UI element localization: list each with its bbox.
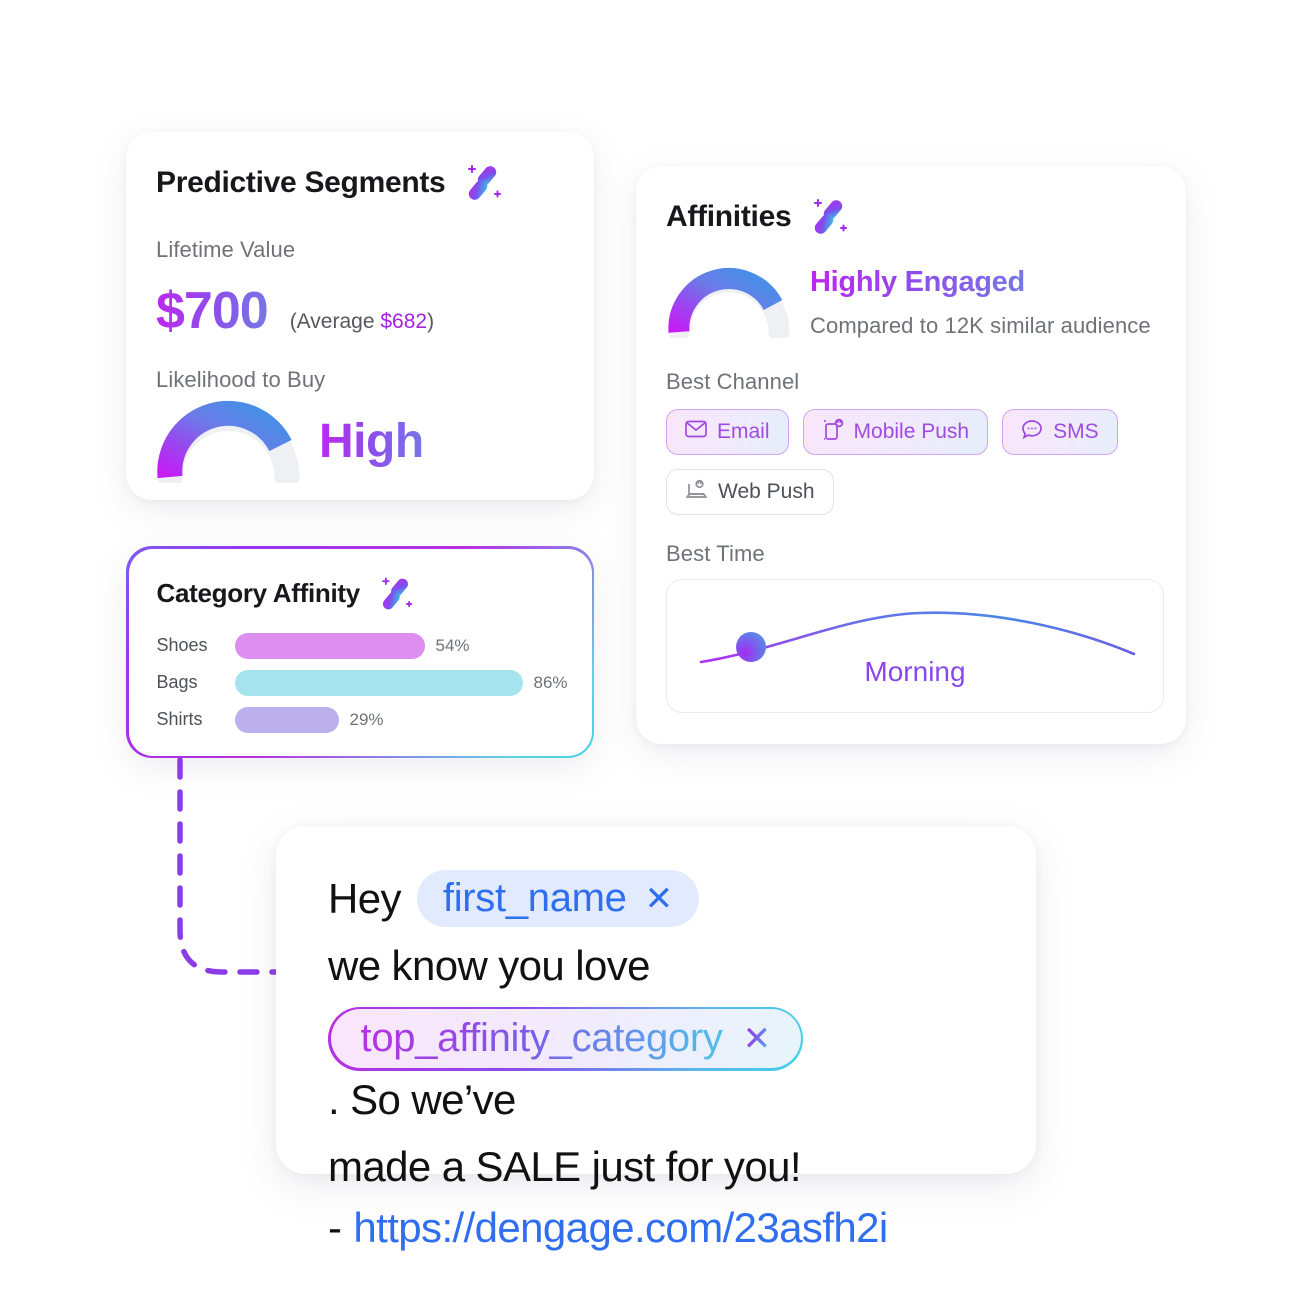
lifetime-value-label: Lifetime Value — [156, 237, 296, 262]
category-affinity-card: Category Affinity Shoes 54% Bags 86% Shi… — [126, 546, 594, 758]
bar-value-label: 54% — [435, 635, 470, 655]
engagement-row: Highly Engaged Compared to 12K similar a… — [666, 262, 1156, 339]
affinities-header: Affinities — [666, 194, 1156, 240]
likelihood-gauge-icon — [156, 399, 301, 483]
chart-row: Shoes 54% — [157, 631, 564, 661]
affinities-card: Affinities Highly Engaged Compared to 12… — [636, 166, 1186, 744]
chart-row: Bags 86% — [156, 668, 568, 698]
close-icon[interactable]: ✕ — [743, 1022, 772, 1056]
lifetime-value-row: $700 (Average $682) — [156, 281, 564, 341]
best-time-value: Morning — [667, 656, 1163, 688]
channel-chip-web-push[interactable]: Web Push — [666, 469, 834, 515]
message-text: made a SALE just for you! — [328, 1143, 802, 1191]
message-link[interactable]: https://dengage.com/23asfh2i — [353, 1205, 888, 1251]
comparison-text: Compared to 12K similar audience — [810, 313, 1151, 338]
mobile-push-icon — [822, 418, 844, 446]
message-line-2: top_affinity_category ✕ . So we’ve — [328, 1006, 984, 1123]
predictive-segments-header: Predictive Segments — [156, 160, 564, 206]
token-first-name[interactable]: first_name ✕ — [416, 870, 699, 928]
average-suffix: ) — [427, 310, 435, 333]
message-text: we know you love — [328, 942, 651, 990]
ai-sparkle-icon — [374, 573, 416, 615]
best-time-panel: Morning — [666, 579, 1164, 713]
category-affinity-inner: Category Affinity Shoes 54% Bags 86% Shi… — [128, 548, 592, 756]
bar-fill — [234, 706, 339, 733]
best-channel-chip-row: Email Mobile Push SMS Web Push — [666, 409, 1151, 515]
category-affinity-title: Category Affinity — [156, 578, 361, 608]
likelihood-value: High — [319, 414, 424, 468]
screenshot-root: Predictive Segments Lifetime Value $700 … — [0, 0, 1312, 1312]
best-channel-label: Best Channel — [666, 369, 800, 394]
channel-chip-label: Email — [717, 420, 770, 443]
average-prefix: (Average — [289, 310, 381, 333]
bar-fill — [234, 669, 523, 696]
chart-row: Shirts 29% — [157, 705, 564, 735]
bar-category-label: Shirts — [156, 709, 203, 729]
page-title: Predictive Segments — [156, 166, 446, 199]
token-label: first_name — [442, 876, 627, 920]
token-top-affinity-category[interactable]: top_affinity_category ✕ — [328, 1006, 804, 1071]
bar-value-label: 29% — [349, 709, 384, 729]
bar-track: 54% — [234, 632, 564, 659]
bar-value-label: 86% — [533, 672, 568, 692]
status-badge: Highly Engaged — [810, 266, 1025, 298]
ai-sparkle-icon — [459, 160, 505, 206]
engagement-text-block: Highly Engaged Compared to 12K similar a… — [810, 262, 1151, 339]
channel-chip-mobile-push[interactable]: Mobile Push — [802, 409, 989, 455]
predictive-segments-card: Predictive Segments Lifetime Value $700 … — [126, 132, 594, 500]
channel-chip-label: Mobile Push — [853, 420, 970, 443]
message-line-1: Hey first_name ✕ we know you love — [328, 870, 984, 989]
channel-chip-label: SMS — [1053, 420, 1099, 443]
best-time-curve — [699, 611, 1136, 664]
bar-category-label: Shoes — [156, 635, 208, 655]
lifetime-value-amount: $700 — [156, 282, 269, 340]
channel-chip-sms[interactable]: SMS — [1002, 409, 1118, 455]
bar-fill — [234, 632, 425, 659]
lifetime-value-average: (Average $682) — [290, 310, 434, 334]
category-affinity-header: Category Affinity — [157, 573, 564, 615]
affinity-bar-chart: Shoes 54% Bags 86% Shirts 29% — [156, 631, 568, 735]
channel-chip-label: Web Push — [718, 480, 815, 503]
bar-category-label: Bags — [156, 672, 198, 692]
message-text: Hey — [328, 874, 401, 922]
token-inner: top_affinity_category ✕ — [330, 1009, 801, 1069]
close-icon[interactable]: ✕ — [645, 882, 674, 916]
affinities-title: Affinities — [666, 200, 792, 233]
engagement-gauge-icon — [666, 266, 792, 338]
message-line-3: made a SALE just for you! — [328, 1143, 984, 1191]
message-dash: - — [328, 1204, 342, 1252]
average-amount: $682 — [380, 310, 428, 333]
message-text: . So we’ve — [328, 1075, 516, 1123]
envelope-icon — [685, 420, 707, 444]
best-time-label: Best Time — [666, 541, 765, 566]
channel-chip-email[interactable]: Email — [666, 409, 789, 455]
bar-track: 86% — [234, 669, 568, 696]
message-line-4: - https://dengage.com/23asfh2i — [328, 1204, 984, 1252]
likelihood-to-buy-label: Likelihood to Buy — [156, 367, 326, 392]
message-preview-card: Hey first_name ✕ we know you love top_af… — [276, 826, 1036, 1251]
ai-sparkle-icon — [805, 194, 851, 240]
token-label: top_affinity_category — [360, 1016, 723, 1061]
chat-bubble-icon — [1021, 419, 1043, 446]
web-push-icon — [685, 479, 708, 506]
likelihood-gauge-row: High — [156, 399, 564, 483]
bar-track: 29% — [234, 706, 564, 733]
